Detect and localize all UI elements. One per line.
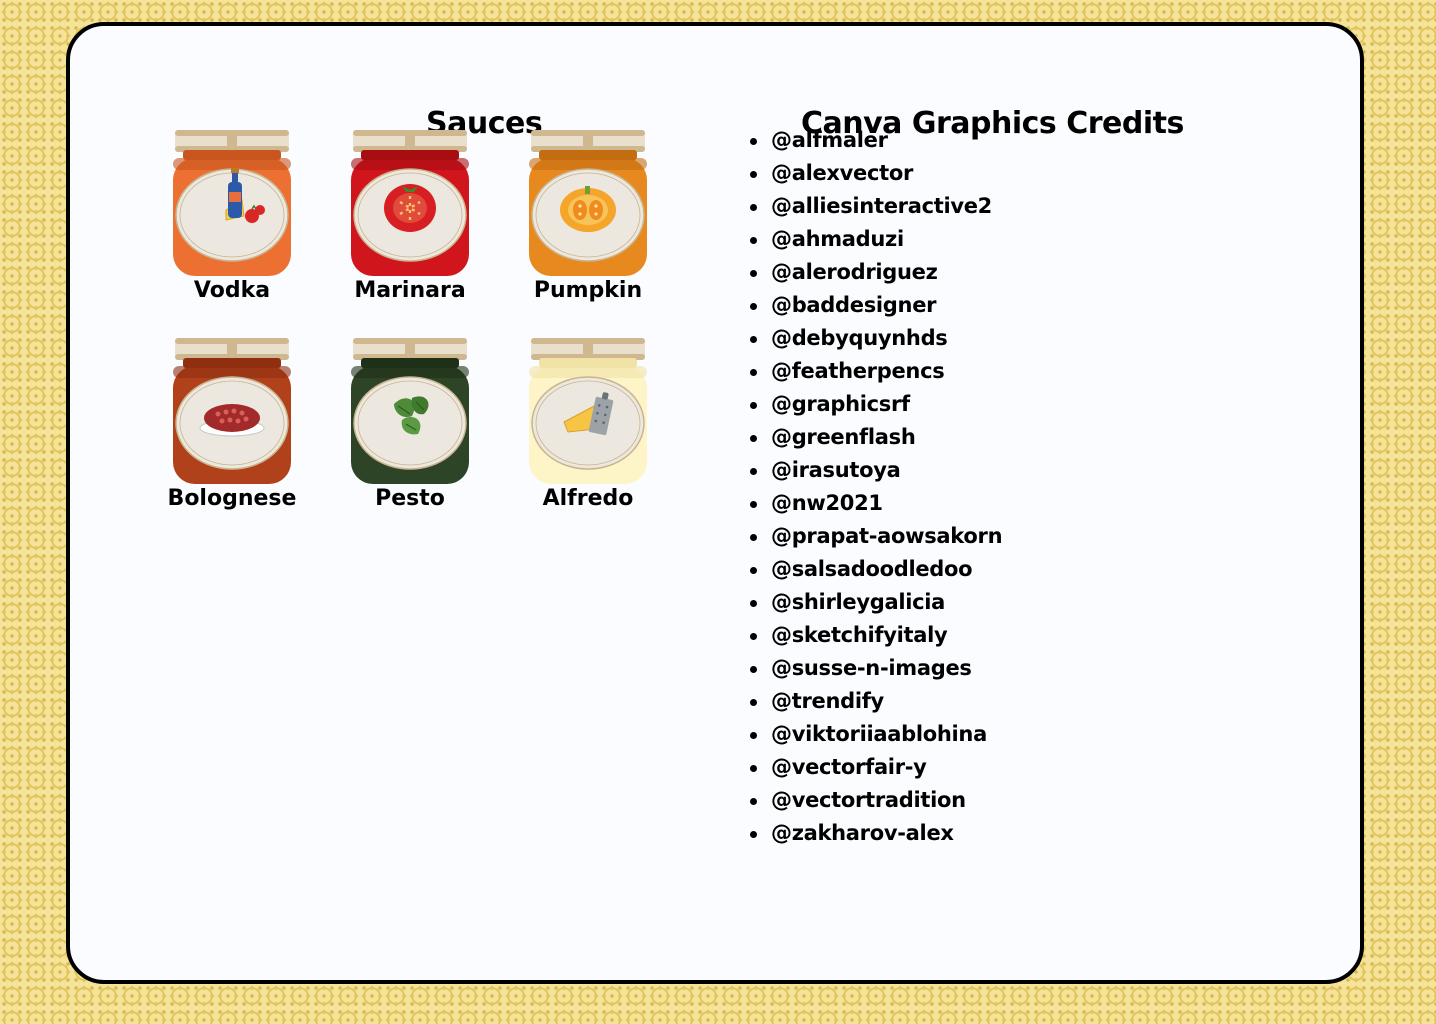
sauce-label: Bolognese [167,486,297,511]
sauce-jar-marinara: Marinara [321,130,499,330]
ground-meat-icon [173,338,291,484]
sauce-jar-pumpkin: Pumpkin [499,130,677,330]
credit-item: @shirleygalicia [748,586,1002,619]
sauce-jar-vodka: Vodka [143,130,321,330]
credit-item: @trendify [748,685,1002,718]
credit-item: @prapat-aowsakorn [748,520,1003,553]
credit-item: @baddesigner [748,289,1002,322]
cheese-grater-icon [529,338,647,484]
credit-item: @graphicsrf [748,388,1002,421]
credit-item: @vectortradition [748,784,1002,817]
credit-item: @irasutoya [748,454,1002,487]
sauce-label: Alfredo [542,486,634,511]
sauce-label: Pesto [375,486,445,511]
credit-item: @vectorfair-y [748,751,1002,784]
credit-item: @salsadoodledoo [748,553,1002,586]
sauce-jar-alfredo: Alfredo [499,338,677,538]
credit-item: @greenflash [748,421,1002,454]
credit-item: @viktoriiaablohina [748,718,1002,751]
credit-item: @ahmaduzi [748,223,1002,256]
credit-item: @zakharov-alex [748,817,1002,850]
credit-item: @debyquynhds [748,322,1002,355]
credit-item: @alexvector [748,157,1002,190]
sauce-jar-pesto: Pesto [321,338,499,538]
credit-item: @alerodriguez [748,256,1002,289]
sauce-jar-bolognese: Bolognese [143,338,321,538]
sauce-label: Pumpkin [533,278,643,303]
credit-item: @sketchifyitaly [748,619,1002,652]
tomato-icon [351,130,469,276]
sauce-label: Marinara [354,278,466,303]
sauce-label: Vodka [193,278,271,303]
credit-item: @nw2021 [748,487,1002,520]
basil-leaves-icon [351,338,469,484]
credit-item: @alfmaler [748,124,1002,157]
credit-item: @susse-n-images [748,652,1002,685]
credits-list: @alfmaler @alexvector @alliesinteractive2 @… [748,124,1003,850]
credit-item: @alliesinteractive2 [748,190,1002,223]
pumpkin-icon [529,130,647,276]
credit-item: @featherpencs [748,355,1002,388]
vodka-bottle-cheese-tomato-icon [173,130,291,276]
